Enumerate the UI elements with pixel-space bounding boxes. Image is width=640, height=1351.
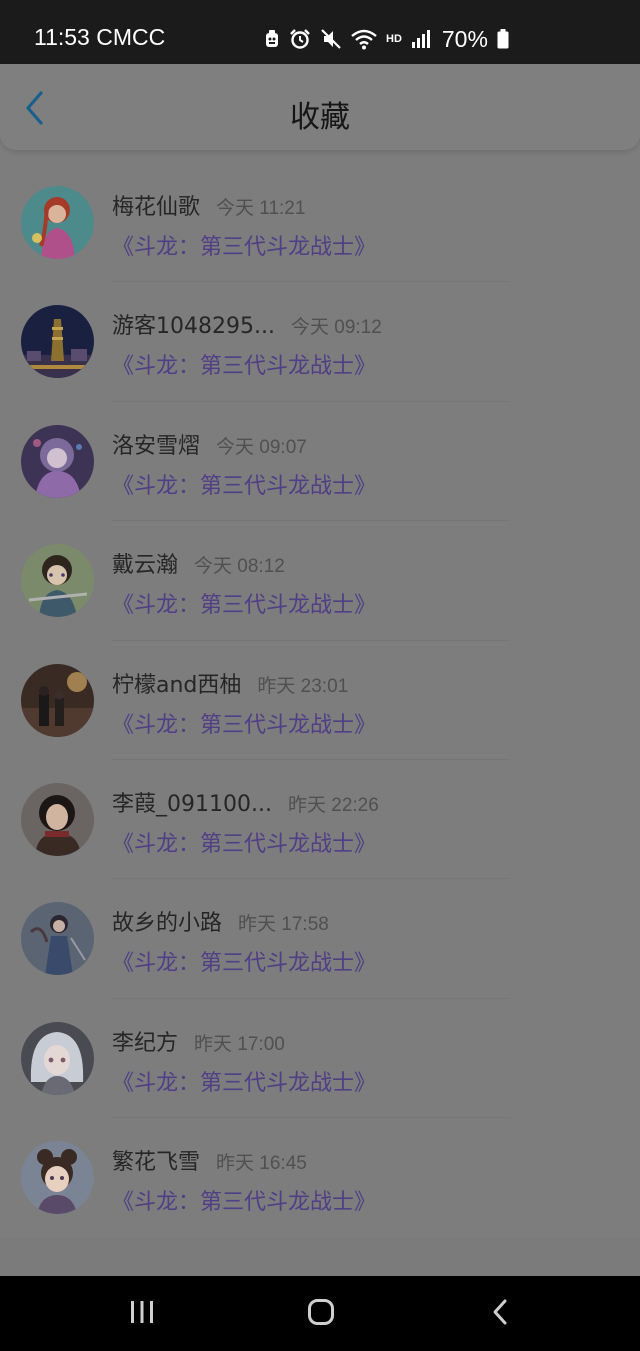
book-title-link[interactable]: 《斗龙：第三代斗龙战士》 [112, 348, 376, 380]
mute-icon [320, 28, 342, 50]
item-header: 戴云瀚 今天 08:12 [112, 547, 285, 579]
avatar[interactable] [21, 305, 94, 379]
recent-apps-icon [129, 1300, 155, 1328]
list-item[interactable]: 梅花仙歌 今天 11:21 《斗龙：第三代斗龙战士》 [0, 163, 640, 283]
list-item[interactable]: 洛安雪熠 今天 09:07 《斗龙：第三代斗龙战士》 [0, 402, 640, 522]
book-title-link[interactable]: 《斗龙：第三代斗龙战士》 [112, 1184, 376, 1216]
book-title-link[interactable]: 《斗龙：第三代斗龙战士》 [112, 707, 376, 739]
user-name[interactable]: 柠檬and西柚 [112, 667, 241, 699]
status-bar: 11:53 CMCC HD 70% [0, 0, 640, 64]
book-title-link[interactable]: 《斗龙：第三代斗龙战士》 [112, 468, 376, 500]
avatar[interactable] [21, 186, 94, 259]
timestamp: 昨天 22:26 [287, 794, 379, 816]
user-name[interactable]: 故乡的小路 [112, 905, 222, 937]
item-header: 李纪方 昨天 17:00 [112, 1025, 285, 1057]
back-icon [491, 1298, 509, 1330]
list-item[interactable]: 繁花飞雪 昨天 16:45 《斗龙：第三代斗龙战士》 [0, 1118, 640, 1237]
timestamp: 今天 11:21 [216, 198, 306, 219]
signal-icon [411, 29, 431, 49]
battery-icon [497, 29, 509, 49]
item-header: 故乡的小路 昨天 17:58 [112, 905, 329, 937]
avatar[interactable] [21, 424, 94, 498]
navigation-bar [0, 1276, 640, 1351]
timestamp: 昨天 17:58 [238, 914, 329, 936]
book-title-link[interactable]: 《斗龙：第三代斗龙战士》 [112, 826, 376, 858]
avatar[interactable] [21, 1141, 94, 1215]
item-header: 游客1048295... 今天 09:12 [112, 308, 382, 340]
list-bottom-area [0, 1238, 640, 1276]
alarm-icon [289, 28, 311, 50]
avatar[interactable] [21, 782, 94, 856]
list-item[interactable]: 柠檬and西柚 昨天 23:01 《斗龙：第三代斗龙战士》 [0, 641, 640, 760]
debug-icon [264, 29, 280, 49]
timestamp: 昨天 16:45 [216, 1153, 307, 1175]
list-item[interactable]: 故乡的小路 昨天 17:58 《斗龙：第三代斗龙战士》 [0, 879, 640, 999]
timestamp: 今天 08:12 [194, 556, 285, 578]
user-name[interactable]: 李纪方 [112, 1025, 178, 1057]
hd-icon: HD [386, 33, 402, 45]
user-name[interactable]: 梅花仙歌 [112, 189, 200, 221]
user-name[interactable]: 游客1048295... [112, 308, 275, 340]
item-header: 繁花飞雪 昨天 16:45 [112, 1144, 307, 1176]
timestamp: 昨天 23:01 [257, 675, 349, 697]
book-title-link[interactable]: 《斗龙：第三代斗龙战士》 [112, 229, 376, 261]
avatar[interactable] [21, 1021, 94, 1095]
list-item[interactable]: 李葭_091100... 昨天 22:26 《斗龙：第三代斗龙战士》 [0, 760, 640, 880]
timestamp: 今天 09:07 [216, 436, 307, 458]
avatar[interactable] [21, 544, 94, 618]
favorites-list: 梅花仙歌 今天 11:21 《斗龙：第三代斗龙战士》 游客1048295... … [0, 163, 640, 1238]
book-title-link[interactable]: 《斗龙：第三代斗龙战士》 [112, 1065, 376, 1097]
book-title-link[interactable]: 《斗龙：第三代斗龙战士》 [112, 587, 376, 619]
item-header: 洛安雪熠 今天 09:07 [112, 428, 307, 460]
status-icons: HD 70% [264, 22, 509, 56]
avatar[interactable] [21, 902, 94, 976]
avatar[interactable] [21, 663, 94, 737]
user-name[interactable]: 洛安雪熠 [112, 428, 200, 460]
battery-percent: 70% [441, 25, 488, 52]
recent-apps-button[interactable] [112, 1294, 172, 1334]
page-title: 收藏 [290, 100, 350, 135]
status-time-carrier: 11:53 CMCC [34, 24, 166, 50]
item-header: 梅花仙歌 今天 11:21 [112, 189, 305, 221]
list-item[interactable]: 李纪方 昨天 17:00 《斗龙：第三代斗龙战士》 [0, 999, 640, 1119]
user-name[interactable]: 戴云瀚 [112, 547, 178, 579]
item-header: 柠檬and西柚 昨天 23:01 [112, 667, 348, 699]
header-bar: 收藏 [0, 64, 640, 150]
list-item[interactable]: 游客1048295... 今天 09:12 《斗龙：第三代斗龙战士》 [0, 282, 640, 402]
item-header: 李葭_091100... 昨天 22:26 [112, 786, 379, 818]
user-name[interactable]: 李葭_091100... [112, 786, 272, 818]
book-title-link[interactable]: 《斗龙：第三代斗龙战士》 [112, 945, 376, 977]
system-back-button[interactable] [470, 1294, 530, 1334]
list-item[interactable]: 戴云瀚 今天 08:12 《斗龙：第三代斗龙战士》 [0, 521, 640, 641]
timestamp: 今天 09:12 [290, 317, 382, 339]
wifi-icon [351, 28, 377, 50]
home-button[interactable] [291, 1294, 351, 1334]
user-name[interactable]: 繁花飞雪 [112, 1144, 200, 1176]
timestamp: 昨天 17:00 [194, 1033, 285, 1055]
home-icon [307, 1298, 335, 1330]
